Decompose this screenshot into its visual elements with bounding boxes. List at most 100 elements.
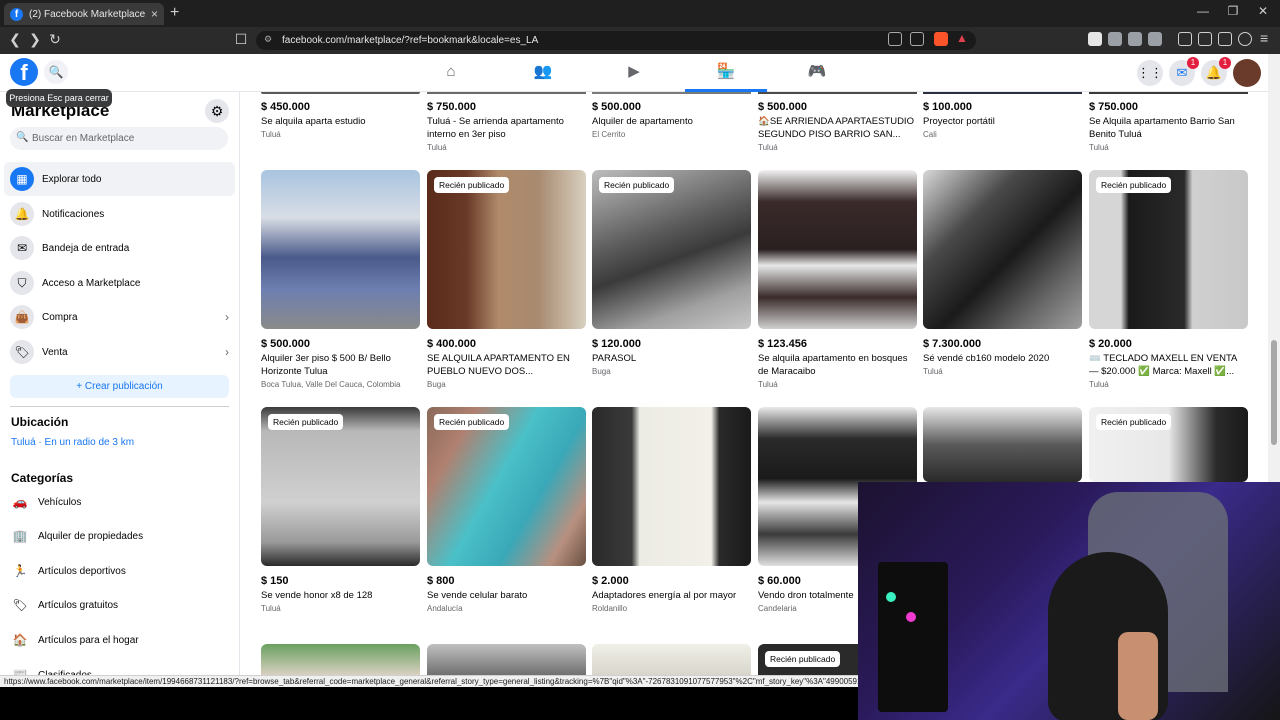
cast-icon[interactable] xyxy=(888,32,902,46)
new-listing-badge: Recién publicado xyxy=(599,177,675,193)
vpn-icon[interactable] xyxy=(1238,32,1252,46)
video-icon[interactable]: ▶ xyxy=(624,62,644,82)
extension-diamond-icon[interactable] xyxy=(1088,32,1102,46)
sidebar-item-sell[interactable]: 🏷 Venta › xyxy=(4,335,235,369)
scrollbar-thumb[interactable] xyxy=(1271,340,1277,445)
listing-card[interactable]: $ 750.000 Se Alquila apartamento Barrio … xyxy=(1089,101,1248,152)
free-tag-icon: 🏷 xyxy=(12,598,28,612)
listing-image xyxy=(923,407,1082,482)
marketplace-search-input[interactable]: Buscar en Marketplace xyxy=(10,127,228,150)
listing-card[interactable]: Recién publicado $ 800 Se vende celular … xyxy=(427,407,586,613)
browser-tab-bar xyxy=(0,0,1280,27)
category-property-rentals[interactable]: 🏢 Alquiler de propiedades xyxy=(4,521,235,551)
person-face-shape xyxy=(1118,632,1158,720)
site-info-icon[interactable]: ⚙ xyxy=(264,34,272,45)
building-icon: 🏢 xyxy=(12,529,28,543)
listing-title: Se alquila apartamento en bosques de Mar… xyxy=(758,353,908,377)
sidebar-item-label: Explorar todo xyxy=(42,173,102,185)
tab-close-icon[interactable]: × xyxy=(151,7,158,21)
category-home-goods[interactable]: 🏠 Artículos para el hogar xyxy=(4,625,235,655)
listing-location: Tuluá xyxy=(1089,143,1109,152)
extensions-puzzle-icon[interactable] xyxy=(1128,32,1142,46)
listing-card[interactable]: $ 450.000 Se alquila aparta estudio Tulu… xyxy=(261,101,420,139)
listing-card[interactable]: $ 123.456 Se alquila apartamento en bosq… xyxy=(758,170,917,389)
listing-price: $ 123.456 xyxy=(758,338,807,350)
back-button[interactable]: ❮ xyxy=(6,31,24,48)
new-listing-badge: Recién publicado xyxy=(765,651,841,667)
marketplace-icon[interactable]: 🏪 xyxy=(716,62,736,82)
listing-card[interactable]: Recién publicado $ 120.000 PARASOL Buga xyxy=(592,170,751,376)
maximize-icon[interactable]: ❐ xyxy=(1218,4,1248,18)
listing-card[interactable]: $ 500.000 Alquiler 3er piso $ 500 B/ Bel… xyxy=(261,170,420,389)
close-window-icon[interactable]: ✕ xyxy=(1248,4,1278,18)
new-listing-badge: Recién publicado xyxy=(434,177,510,193)
settings-gear-icon[interactable]: ⚙ xyxy=(205,99,229,123)
brave-rewards-icon[interactable]: ▲ xyxy=(956,31,968,45)
location-link[interactable]: Tuluá · En un radio de 3 km xyxy=(11,437,134,448)
listing-image[interactable] xyxy=(592,644,751,675)
link-status-bar: https://www.facebook.com/marketplace/ite… xyxy=(0,675,860,687)
sidebar-divider xyxy=(10,406,229,407)
forward-button[interactable]: ❯ xyxy=(26,31,44,48)
listing-image: Recién publicado xyxy=(1089,407,1248,482)
profile-avatar[interactable] xyxy=(1233,59,1261,87)
wallet-icon[interactable] xyxy=(1198,32,1212,46)
listing-card[interactable]: $ 7.300.000 Sé vendé cb160 modelo 2020 T… xyxy=(923,170,1082,376)
sidebar-item-access[interactable]: ⛉ Acceso a Marketplace xyxy=(4,266,235,300)
listing-image[interactable] xyxy=(427,644,586,675)
facebook-logo[interactable]: f xyxy=(10,58,38,86)
leo-ai-icon[interactable] xyxy=(1218,32,1232,46)
new-tab-button[interactable]: + xyxy=(170,4,179,22)
url-field[interactable]: facebook.com/marketplace/?ref=bookmark&l… xyxy=(256,31,976,50)
bookmark-icon[interactable]: ☐ xyxy=(232,31,250,48)
category-sports[interactable]: 🏃 Artículos deportivos xyxy=(4,556,235,586)
gaming-icon[interactable]: 🎮 xyxy=(807,62,827,82)
listing-image xyxy=(261,170,420,329)
listing-card[interactable]: $ 500.000 Alquiler de apartamento El Cer… xyxy=(592,101,751,139)
sidebar-item-notifications[interactable]: 🔔 Notificaciones xyxy=(4,197,235,231)
browser-tab[interactable]: f (2) Facebook Marketplace | Face × xyxy=(4,3,164,25)
share-icon[interactable] xyxy=(910,32,924,46)
webcam-overlay xyxy=(858,482,1280,720)
listing-title: Alquiler 3er piso $ 500 B/ Bello Horizon… xyxy=(261,353,391,377)
extension-shield-icon[interactable] xyxy=(1108,32,1122,46)
category-free[interactable]: 🏷 Artículos gratuitos xyxy=(4,590,235,620)
listing-image[interactable]: Recién publicado xyxy=(758,644,858,675)
minimize-icon[interactable]: — xyxy=(1188,4,1218,18)
search-icon[interactable]: 🔍 xyxy=(44,60,68,84)
menu-grid-icon[interactable]: ⋮⋮ xyxy=(1137,60,1163,86)
listing-image[interactable] xyxy=(261,644,420,675)
listing-card[interactable]: Recién publicado $ 150 Se vende honor x8… xyxy=(261,407,420,613)
listing-card[interactable]: Recién publicado $ 20.000 ⌨️ TECLADO MAX… xyxy=(1089,170,1248,389)
sidebar-item-label: Compra xyxy=(42,311,78,323)
bag-icon: 👜 xyxy=(10,305,34,329)
home-icon[interactable]: ⌂ xyxy=(441,62,461,82)
listing-title: Se Alquila apartamento Barrio San Benito… xyxy=(1089,116,1235,140)
sidebar-item-label: Bandeja de entrada xyxy=(42,242,130,254)
car-icon: 🚗 xyxy=(12,495,28,509)
chevron-right-icon: › xyxy=(225,310,229,324)
search-icon: 🔍 xyxy=(16,132,29,143)
category-vehicles[interactable]: 🚗 Vehículos xyxy=(4,487,235,517)
extension-box-icon[interactable] xyxy=(1148,32,1162,46)
create-listing-button[interactable]: + Crear publicación xyxy=(10,375,229,398)
browser-menu-icon[interactable]: ≡ xyxy=(1260,30,1268,46)
friends-icon[interactable]: 👥 xyxy=(533,62,553,82)
listing-card[interactable]: $ 500.000 🏠SE ARRIENDA APARTAESTUDIO SEG… xyxy=(758,101,917,152)
listing-image-cut xyxy=(1089,92,1248,94)
sidebar-item-explore[interactable]: ▦ Explorar todo xyxy=(4,162,235,196)
listing-card[interactable]: Recién publicado $ 400.000 SE ALQUILA AP… xyxy=(427,170,586,389)
listing-card[interactable]: $ 750.000 Tuluá - Se arrienda apartament… xyxy=(427,101,586,152)
listing-title: Se vende honor x8 de 128 xyxy=(261,590,373,601)
listing-card[interactable] xyxy=(923,407,1082,482)
brave-shield-icon[interactable] xyxy=(934,32,948,46)
reload-button[interactable]: ↻ xyxy=(46,31,64,48)
listing-price: $ 20.000 xyxy=(1089,338,1132,350)
listing-card[interactable]: $ 100.000 Proyector portátil Cali xyxy=(923,101,1082,139)
sidebar-item-buy[interactable]: 👜 Compra › xyxy=(4,300,235,334)
listing-card[interactable]: Recién publicado xyxy=(1089,407,1248,482)
sidebar-toggle-icon[interactable] xyxy=(1178,32,1192,46)
listing-card[interactable]: $ 2.000 Adaptadores energía al por mayor… xyxy=(592,407,751,613)
sidebar-item-inbox[interactable]: ✉ Bandeja de entrada xyxy=(4,231,235,265)
listing-image: Recién publicado xyxy=(1089,170,1248,329)
